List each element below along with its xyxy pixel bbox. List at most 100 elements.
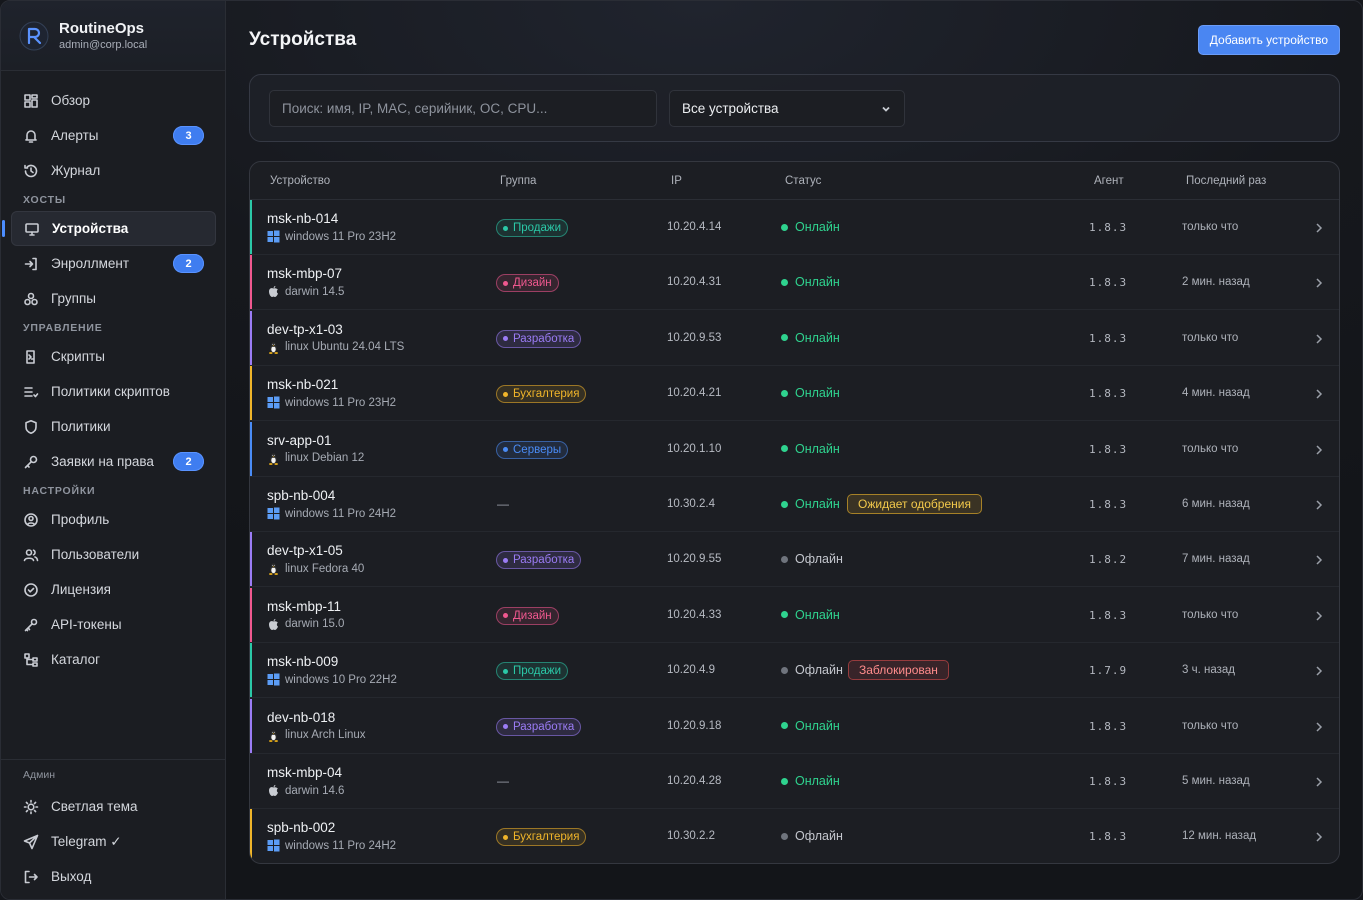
column-header-agent[interactable]: Агент — [1094, 175, 1124, 187]
chevron-right-icon[interactable] — [1314, 332, 1324, 344]
column-header-last-seen[interactable]: Последний раз — [1186, 175, 1266, 187]
sidebar-item-access-requests[interactable]: Заявки на права 2 — [11, 444, 216, 479]
device-os-label: darwin 14.5 — [285, 285, 345, 298]
sidebar-item-enrollment[interactable]: Энроллмент 2 — [11, 246, 216, 281]
group-dot-icon — [503, 557, 508, 563]
device-os: linux Arch Linux — [267, 729, 366, 742]
sidebar-item-journal[interactable]: Журнал — [11, 153, 216, 188]
table-row[interactable]: msk-mbp-11 darwin 15.0 Дизайн 10.20.4.33 Онл… — [250, 587, 1339, 643]
device-ip: 10.20.9.53 — [667, 331, 722, 344]
group-label: Продажи — [513, 665, 562, 678]
group-accent-bar — [250, 255, 252, 310]
device-ip: 10.20.4.14 — [667, 221, 722, 233]
column-header-device[interactable]: Устройство — [270, 175, 330, 187]
group-accent-bar — [250, 754, 252, 808]
table-row[interactable]: spb-nb-004 windows 11 Pro 24H2 — 10.30.2.4 О… — [250, 477, 1339, 532]
table-row[interactable]: msk-mbp-04 darwin 14.6 — 10.20.4.28 Онлайн 1.… — [250, 754, 1339, 809]
filter-bar: Поиск: имя, IP, MAC, серийник, ОС, CPU..… — [249, 74, 1340, 142]
search-input[interactable]: Поиск: имя, IP, MAC, серийник, ОС, CPU..… — [269, 90, 657, 127]
device-ip: 10.20.1.10 — [667, 442, 722, 455]
chevron-down-icon — [880, 103, 892, 115]
device-os: linux Fedora 40 — [267, 562, 365, 576]
sidebar-item-label: Политики — [51, 419, 111, 434]
chevron-right-icon[interactable] — [1314, 443, 1324, 455]
chevron-right-icon[interactable] — [1314, 498, 1324, 510]
sidebar-item-profile[interactable]: Профиль — [11, 502, 216, 537]
group-label: Разработка — [513, 332, 575, 345]
chevron-right-icon[interactable] — [1314, 553, 1324, 565]
chevron-right-icon[interactable] — [1314, 276, 1324, 288]
sidebar-item-catalog[interactable]: Каталог — [11, 642, 216, 677]
sidebar-item-license[interactable]: Лицензия — [11, 572, 216, 607]
section-label-settings: НАСТРОЙКИ — [23, 485, 96, 497]
table-row[interactable]: dev-tp-x1-03 linux Ubuntu 24.04 LTS Разраб… — [250, 310, 1339, 366]
sidebar-item-policies[interactable]: Политики — [11, 409, 216, 444]
device-ip: 10.20.4.9 — [667, 664, 715, 677]
device-os-label: linux Debian 12 — [285, 452, 365, 465]
add-device-button[interactable]: Добавить устройство — [1197, 25, 1340, 55]
status-flag-badge: Заблокирован — [848, 660, 949, 681]
device-ip: 10.30.2.4 — [667, 498, 715, 510]
sidebar-item-script-policies[interactable]: Политики скриптов — [11, 374, 216, 409]
sidebar-item-overview[interactable]: Обзор — [11, 83, 216, 118]
table-row[interactable]: msk-nb-009 windows 10 Pro 22H2 Продажи 10.2… — [250, 643, 1339, 699]
key-icon — [23, 454, 39, 470]
brand: RoutineOps admin@corp.local — [1, 1, 225, 71]
column-header-ip[interactable]: IP — [671, 175, 682, 187]
table-row[interactable]: dev-tp-x1-05 linux Fedora 40 Разработка 10.… — [250, 532, 1339, 588]
column-header-group[interactable]: Группа — [500, 175, 536, 187]
device-filter-select[interactable]: Все устройства — [669, 90, 905, 127]
table-row[interactable]: srv-app-01 linux Debian 12 Серверы 10.20.1.… — [250, 421, 1339, 477]
chevron-right-icon[interactable] — [1314, 664, 1324, 676]
status-label: Онлайн — [795, 774, 840, 788]
table-row[interactable]: msk-mbp-07 darwin 14.5 Дизайн 10.20.4.31 Онл… — [250, 255, 1339, 311]
chevron-right-icon[interactable] — [1314, 609, 1324, 621]
logout-button[interactable]: Выход — [11, 859, 216, 894]
sidebar-item-scripts[interactable]: Скрипты — [11, 339, 216, 374]
section-label-manage: УПРАВЛЕНИЕ — [23, 322, 103, 334]
group-label: Дизайн — [513, 609, 552, 622]
group-dot-icon — [503, 613, 508, 619]
brand-name: RoutineOps — [59, 19, 144, 37]
group-accent-bar — [250, 587, 252, 642]
status-label: Офлайн — [795, 552, 843, 567]
script-icon — [23, 349, 39, 365]
alerts-count-badge: 3 — [173, 126, 204, 145]
status-dot-icon — [781, 722, 788, 730]
status-label: Онлайн — [795, 718, 840, 733]
sidebar-item-alerts[interactable]: Алерты 3 — [11, 118, 216, 153]
column-header-status[interactable]: Статус — [785, 175, 821, 187]
device-name: dev-tp-x1-03 — [267, 321, 343, 337]
chevron-right-icon[interactable] — [1314, 720, 1324, 732]
theme-toggle[interactable]: Светлая тема — [11, 789, 216, 824]
last-seen: только что — [1182, 221, 1239, 233]
sidebar: RoutineOps admin@corp.local Обзор Алерты… — [1, 1, 226, 899]
group-accent-bar — [250, 310, 252, 365]
group-dot-icon — [503, 724, 508, 730]
table-row[interactable]: dev-nb-018 linux Arch Linux Разработка 10.2… — [250, 698, 1339, 754]
app-window: RoutineOps admin@corp.local Обзор Алерты… — [0, 0, 1363, 900]
table-row[interactable]: spb-nb-002 windows 11 Pro 24H2 Бухгалтерия… — [250, 809, 1339, 863]
sidebar-item-label: Светлая тема — [51, 799, 138, 814]
chevron-right-icon[interactable] — [1314, 775, 1324, 787]
group-label: Разработка — [513, 720, 575, 733]
sidebar-item-groups[interactable]: Группы — [11, 281, 216, 316]
sidebar-item-telegram[interactable]: Telegram ✓ — [11, 824, 216, 859]
table-row[interactable]: msk-nb-014 windows 11 Pro 23H2 Продажи 10.2… — [250, 200, 1339, 255]
agent-version: 1.8.3 — [1089, 221, 1128, 234]
token-icon — [23, 617, 39, 633]
chevron-right-icon[interactable] — [1314, 221, 1324, 233]
login-icon — [23, 256, 39, 272]
chevron-right-icon[interactable] — [1314, 387, 1324, 399]
sidebar-item-devices[interactable]: Устройства — [2, 211, 216, 246]
table-row[interactable]: msk-nb-021 windows 11 Pro 23H2 Бухгалтерия… — [250, 366, 1339, 422]
chevron-right-icon[interactable] — [1314, 830, 1324, 842]
sidebar-item-api-tokens[interactable]: API-токены — [11, 607, 216, 642]
device-name: msk-nb-014 — [267, 211, 339, 226]
windows-icon — [267, 507, 280, 520]
device-os-label: linux Fedora 40 — [285, 562, 365, 575]
group-dot-icon — [503, 834, 508, 840]
device-name: msk-nb-009 — [267, 654, 339, 670]
device-status: Онлайн — [781, 719, 840, 733]
sidebar-item-users[interactable]: Пользователи — [11, 537, 216, 572]
